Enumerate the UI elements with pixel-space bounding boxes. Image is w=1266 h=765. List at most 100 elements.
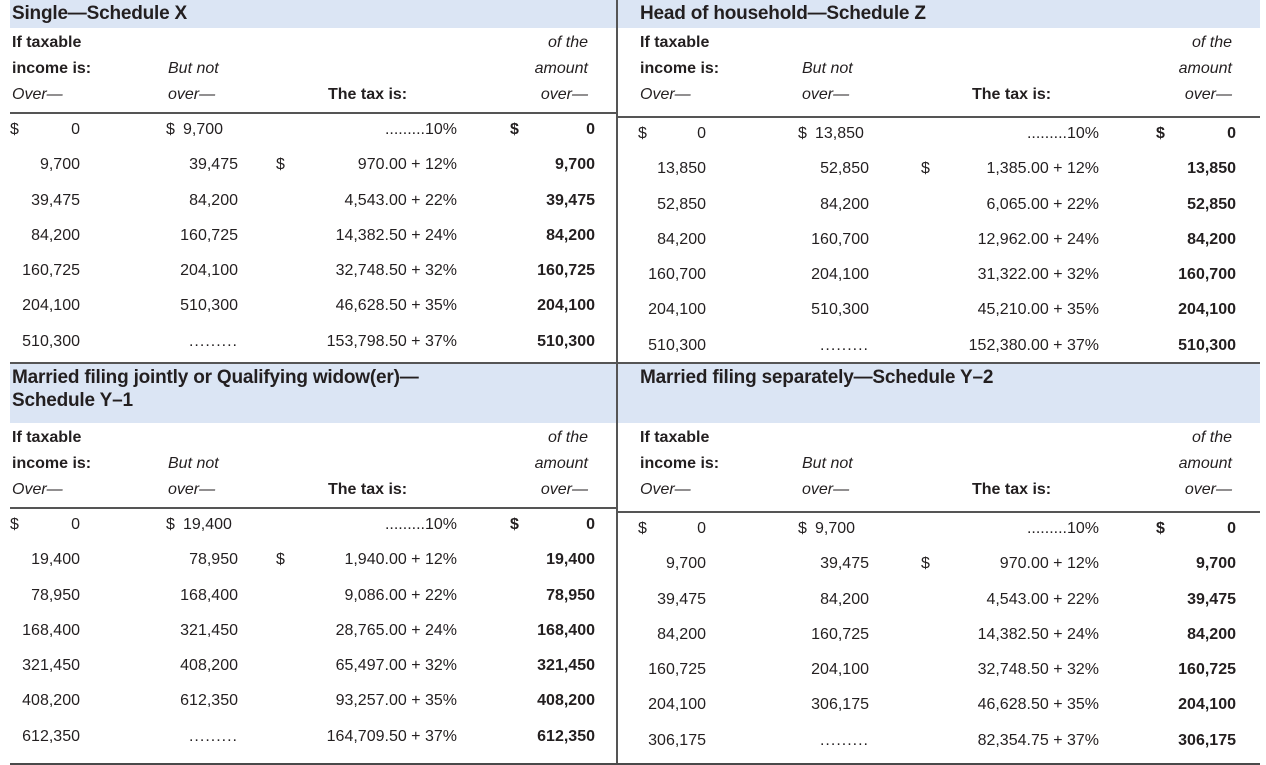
tax-is: .........10%	[384, 516, 457, 533]
of-amount-over: 0	[586, 516, 595, 533]
but-not-over: 84,200	[820, 590, 869, 608]
income-over: 0	[697, 520, 706, 537]
income-over: 306,175	[648, 731, 706, 749]
header-over: Over—	[12, 481, 63, 498]
schedule-title-line2: Schedule Y–1	[12, 390, 133, 411]
but-not-over: 510,300	[180, 297, 238, 315]
income-over: 160,725	[22, 262, 80, 280]
of-amount-over: 39,475	[546, 191, 595, 209]
but-not-over: 19,400	[183, 516, 232, 533]
tax-is: 65,497.00 + 32%	[335, 657, 457, 675]
tax-is: 970.00 + 12%	[999, 555, 1099, 573]
table-row: 84,200 160,700 12,962.00 + 24% 84,200	[618, 224, 1260, 259]
tax-dollar-sign: $	[921, 160, 930, 178]
schedule-rows: $0 $9,700 .........10% $0 9,700 39,475 $970.00…	[618, 513, 1260, 760]
but-not-over: 52,850	[820, 160, 869, 178]
income-over: 204,100	[22, 297, 80, 315]
header-but-not-over: over—	[168, 86, 216, 103]
but-not-over: 84,200	[820, 195, 869, 213]
but-not-over: .........	[188, 727, 238, 745]
header-if-taxable: If taxable	[640, 429, 710, 446]
header-amount: amount	[1178, 60, 1232, 77]
income-over: 9,700	[665, 555, 706, 573]
but-not-over: 510,300	[811, 301, 869, 319]
table-row: 13,850 52,850 $1,385.00 + 12% 13,850	[618, 153, 1260, 188]
but-not-over: 306,175	[811, 696, 869, 714]
header-but-not: But not	[168, 60, 219, 77]
header-but-not-over: over—	[802, 86, 850, 103]
schedule-y2-married-separately: Married filing separately—Schedule Y–2 I…	[616, 362, 1260, 763]
tax-is: 14,382.50 + 24%	[977, 625, 1099, 643]
schedule-title: Married filing jointly or Qualifying wid…	[10, 364, 616, 423]
header-the-tax-is: The tax is:	[328, 86, 408, 103]
income-over: 84,200	[657, 625, 706, 643]
but-not-over: 9,700	[815, 520, 856, 537]
of-amount-over: 9,700	[554, 156, 595, 174]
tax-is: 82,354.75 + 37%	[977, 731, 1099, 749]
schedule-title-line1: Married filing jointly or Qualifying wid…	[12, 367, 419, 388]
of-amount-over: 204,100	[1178, 696, 1236, 714]
schedule-rows: $0 $13,850 .........10% $0 13,850 52,850 $1,38…	[618, 118, 1260, 365]
tax-is: 32,748.50 + 32%	[335, 262, 457, 280]
income-over: 13,850	[657, 160, 706, 178]
income-over: 84,200	[657, 230, 706, 248]
over-dollar-sign: $	[10, 516, 19, 533]
of-amount-over: 84,200	[1187, 625, 1236, 643]
header-amount: amount	[534, 60, 588, 77]
table-row: $0 $9,700 .........10% $0	[10, 114, 616, 149]
schedule-z-head-of-household: Head of household—Schedule Z If taxable i…	[616, 0, 1260, 362]
income-over: 204,100	[648, 696, 706, 714]
table-row: $0 $9,700 .........10% $0	[618, 513, 1260, 548]
table-row: 510,300......... 153,798.50 + 37% 510,300	[10, 326, 616, 361]
tax-is: 32,748.50 + 32%	[977, 661, 1099, 679]
but-not-over-dollar-sign: $	[166, 516, 175, 533]
header-if-taxable: If taxable	[12, 34, 82, 51]
but-not-over: 168,400	[180, 586, 238, 604]
table-row: 9,700 39,475 $970.00 + 12% 9,700	[10, 149, 616, 184]
header-amount: amount	[1178, 455, 1232, 472]
table-row: 78,950 168,400 9,086.00 + 22% 78,950	[10, 580, 616, 615]
of-amount-over: 306,175	[1178, 731, 1236, 749]
income-over: 84,200	[31, 226, 80, 244]
table-row: 19,400 78,950 $1,940.00 + 12% 19,400	[10, 544, 616, 579]
of-amount-over: 408,200	[537, 692, 595, 710]
header-if-taxable: If taxable	[12, 429, 82, 446]
table-row: 39,475 84,200 4,543.00 + 22% 39,475	[10, 185, 616, 220]
header-over: Over—	[12, 86, 63, 103]
income-over: 52,850	[657, 195, 706, 213]
tax-is: 28,765.00 + 24%	[335, 621, 457, 639]
over-dollar-sign: $	[638, 520, 647, 537]
of-amount-over: 612,350	[537, 727, 595, 745]
tax-is: .........10%	[1026, 125, 1099, 142]
tax-is: 153,798.50 + 37%	[326, 332, 457, 350]
tax-is: .........10%	[1026, 520, 1099, 537]
table-row: 204,100 510,300 46,628.50 + 35% 204,100	[10, 290, 616, 325]
income-over: 510,300	[648, 336, 706, 354]
but-not-over: 13,850	[815, 125, 864, 142]
tax-is: 31,322.00 + 32%	[977, 266, 1099, 284]
table-row: 160,700 204,100 31,322.00 + 32% 160,700	[618, 259, 1260, 294]
income-over: 612,350	[22, 727, 80, 745]
of-amount-over: 204,100	[1178, 301, 1236, 319]
but-not-over: .........	[819, 731, 869, 749]
over-dollar-sign: $	[10, 121, 19, 138]
header-of-the: of the	[1191, 429, 1232, 446]
but-not-over: 160,725	[811, 625, 869, 643]
tax-is: 46,628.50 + 35%	[335, 297, 457, 315]
income-over: 0	[71, 121, 80, 138]
income-over: 78,950	[31, 586, 80, 604]
tax-is: 164,709.50 + 37%	[326, 727, 457, 745]
table-row: 84,200 160,725 14,382.50 + 24% 84,200	[10, 220, 616, 255]
tax-is: 4,543.00 + 22%	[986, 590, 1099, 608]
header-of-the: of the	[547, 429, 588, 446]
schedule-x-single: Single—Schedule X If taxable income is: Ov…	[10, 0, 616, 362]
table-row: 204,100 510,300 45,210.00 + 35% 204,100	[618, 294, 1260, 329]
of-amount-over: 0	[586, 121, 595, 138]
header-income-is: income is:	[640, 455, 720, 472]
schedule-rows: $0 $9,700 .........10% $0 9,700 39,475 $970.00…	[10, 114, 616, 361]
but-not-over: 204,100	[811, 661, 869, 679]
income-over: 160,725	[648, 661, 706, 679]
income-over: 510,300	[22, 332, 80, 350]
header-income-is: income is:	[12, 60, 92, 77]
but-not-over: 84,200	[189, 191, 238, 209]
